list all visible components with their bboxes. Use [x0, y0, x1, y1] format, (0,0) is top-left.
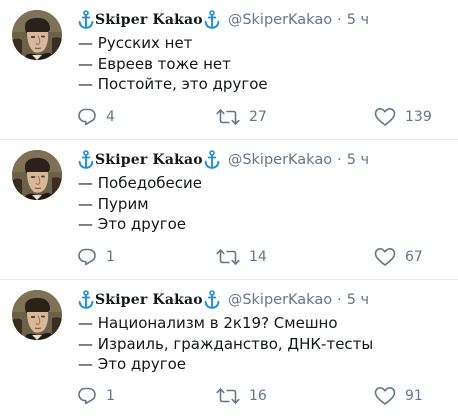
retweet-button[interactable]: 27: [216, 106, 267, 128]
tweet-actions: 4 27 139: [0, 106, 458, 128]
timestamp[interactable]: 5 ч: [347, 292, 369, 308]
reply-button[interactable]: 1: [77, 385, 115, 407]
tweet-text-line: — Это другое: [78, 355, 186, 373]
reply-button[interactable]: 4: [77, 106, 115, 128]
tweet[interactable]: Skiper Kakao @SkiperKakao · 5 ч — Победо…: [0, 140, 458, 279]
tweet[interactable]: Skiper Kakao @SkiperKakao · 5 ч — Национ…: [0, 280, 458, 419]
display-name[interactable]: Skiper Kakao: [95, 12, 203, 28]
reply-count: 4: [106, 109, 115, 125]
display-name[interactable]: Skiper Kakao: [95, 152, 203, 168]
tweet-text-line: — Израиль, гражданство, ДНК-тесты: [78, 334, 374, 353]
tweet-text: — Национализм в 2к19? Смешно — Израиль, …: [78, 313, 373, 375]
reply-count: 1: [106, 249, 115, 265]
anchor-icon: [78, 290, 94, 310]
reply-button[interactable]: 1: [77, 246, 115, 268]
timestamp[interactable]: 5 ч: [347, 152, 369, 168]
reply-count: 1: [106, 388, 115, 404]
like-button[interactable]: 139: [374, 106, 432, 128]
tweet-text: — Русских нет — Евреев тоже нет — Постой…: [78, 33, 268, 95]
retweet-count: 14: [249, 249, 267, 265]
retweet-icon: [216, 247, 240, 267]
tweet-text-line: — Национализм в 2к19? Смешно: [78, 314, 338, 332]
separator: ·: [337, 292, 342, 308]
avatar[interactable]: [12, 290, 62, 340]
tweet-actions: 1 14 67: [0, 246, 458, 268]
reply-icon: [77, 386, 97, 406]
tweet-text-line: — Евреев тоже нет: [78, 54, 231, 73]
display-name[interactable]: Skiper Kakao: [95, 292, 203, 308]
tweet-text-line: — Постойте, это другое: [78, 75, 268, 93]
user-handle[interactable]: @SkiperKakao: [228, 152, 332, 168]
like-button[interactable]: 91: [374, 385, 423, 407]
heart-icon: [374, 247, 396, 267]
retweet-icon: [216, 386, 240, 406]
tweet-text-line: — Пурим: [78, 194, 149, 213]
reply-icon: [77, 107, 97, 127]
retweet-icon: [216, 107, 240, 127]
retweet-button[interactable]: 14: [216, 246, 267, 268]
tweet-text-line: — Это другое: [78, 215, 186, 233]
tweet-text-line: — Русских нет: [78, 34, 193, 52]
tweet-text-line: — Победобесие: [78, 174, 202, 192]
anchor-icon: [204, 150, 220, 170]
heart-icon: [374, 107, 396, 127]
like-count: 139: [405, 109, 432, 125]
tweet-text: — Победобесие — Пурим — Это другое: [78, 173, 202, 235]
anchor-icon: [204, 290, 220, 310]
timestamp[interactable]: 5 ч: [347, 12, 369, 28]
heart-icon: [374, 386, 396, 406]
anchor-icon: [204, 10, 220, 30]
user-handle[interactable]: @SkiperKakao: [228, 292, 332, 308]
reply-icon: [77, 247, 97, 267]
like-count: 91: [405, 388, 423, 404]
retweet-count: 27: [249, 109, 267, 125]
avatar[interactable]: [12, 150, 62, 200]
anchor-icon: [78, 10, 94, 30]
tweet-actions: 1 16 91: [0, 385, 458, 407]
tweet-header: Skiper Kakao @SkiperKakao · 5 ч: [78, 289, 369, 311]
like-button[interactable]: 67: [374, 246, 423, 268]
separator: ·: [337, 12, 342, 28]
avatar[interactable]: [12, 10, 62, 60]
anchor-icon: [78, 150, 94, 170]
separator: ·: [337, 152, 342, 168]
retweet-count: 16: [249, 388, 267, 404]
user-handle[interactable]: @SkiperKakao: [228, 12, 332, 28]
tweet[interactable]: Skiper Kakao @SkiperKakao · 5 ч — Русски…: [0, 0, 458, 139]
tweet-header: Skiper Kakao @SkiperKakao · 5 ч: [78, 149, 369, 171]
retweet-button[interactable]: 16: [216, 385, 267, 407]
tweet-header: Skiper Kakao @SkiperKakao · 5 ч: [78, 9, 369, 31]
like-count: 67: [405, 249, 423, 265]
